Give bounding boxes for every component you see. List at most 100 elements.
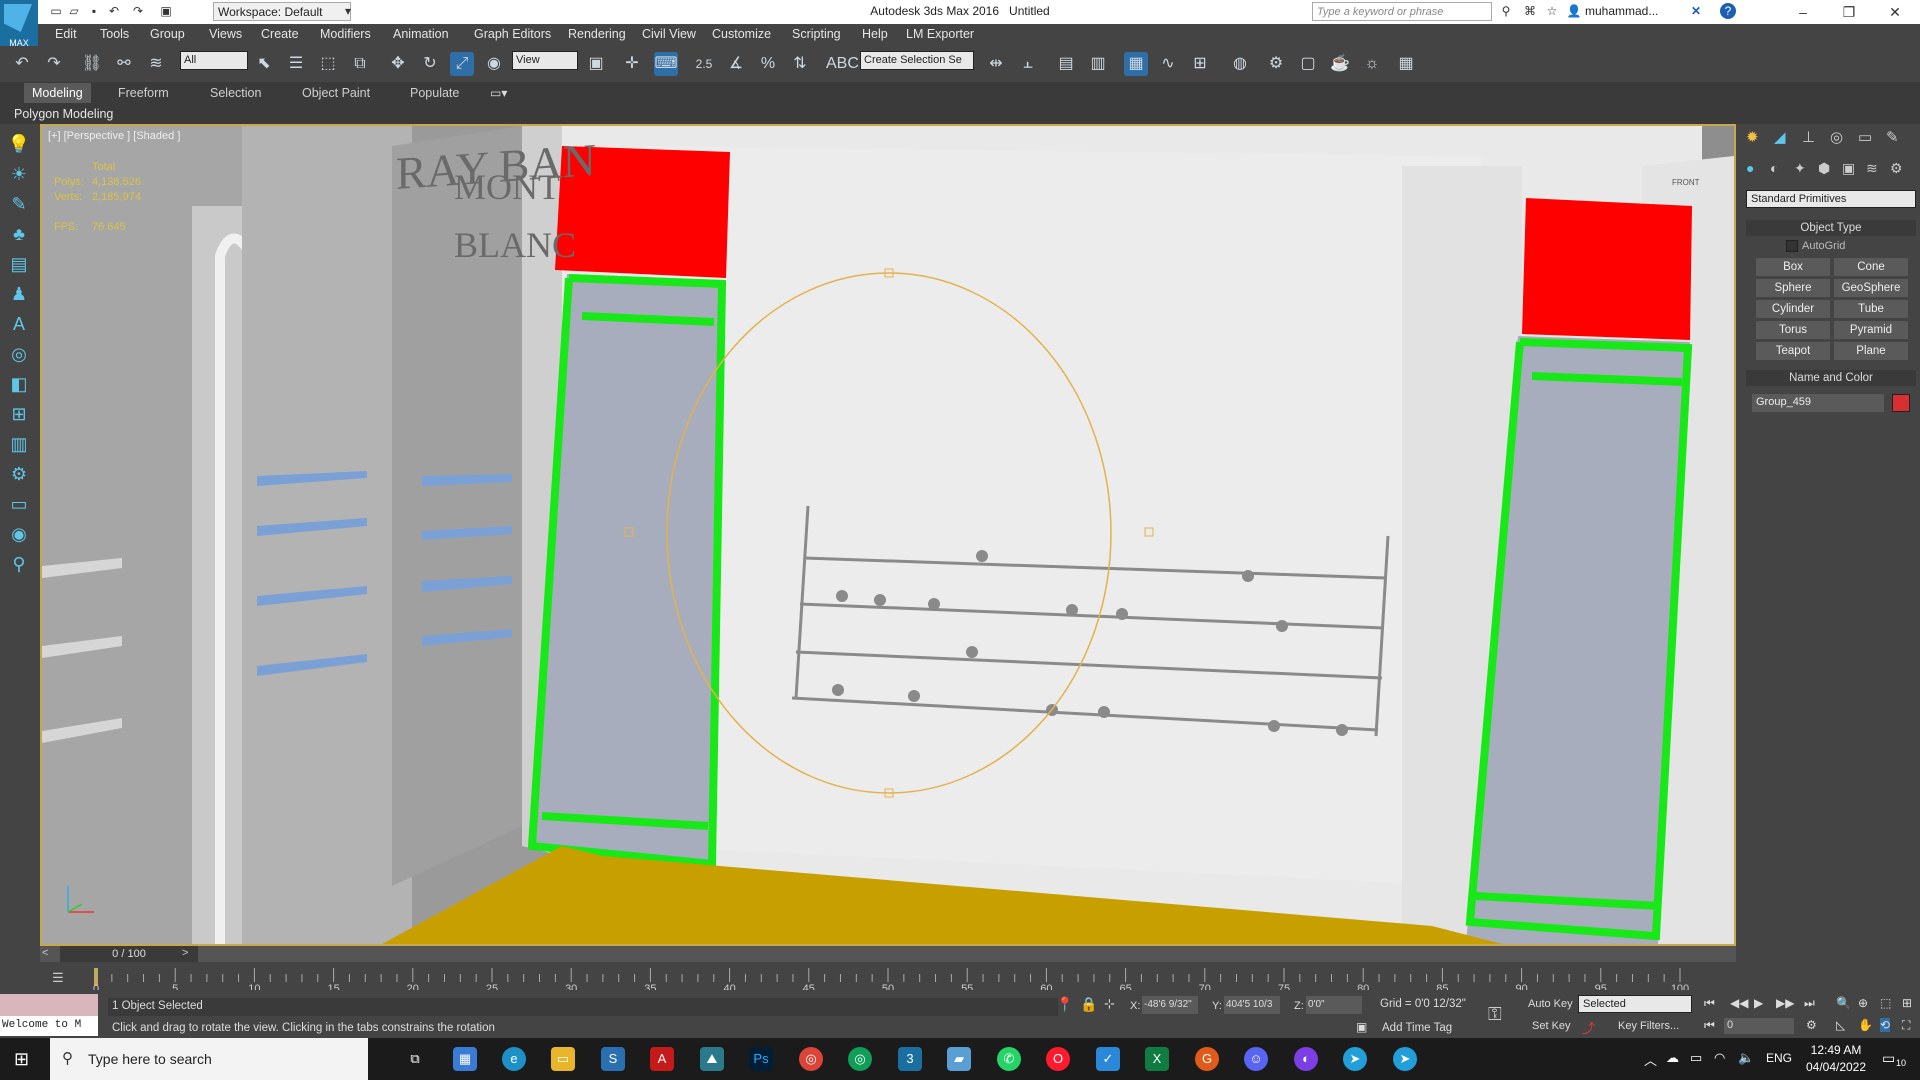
rotate-icon[interactable]: ↻ (418, 52, 442, 76)
network-icon[interactable]: ▭ (1690, 1050, 1702, 1066)
star-icon[interactable]: ☆ (1544, 3, 1560, 19)
layer-icon[interactable]: ▭ (7, 494, 31, 518)
angle-snap-icon[interactable]: ∡ (724, 52, 748, 76)
text-icon[interactable]: A (7, 314, 31, 338)
language-indicator[interactable]: ENG (1766, 1051, 1792, 1065)
edge-icon[interactable]: e (502, 1047, 526, 1071)
chrome-profile-icon[interactable]: ◎ (848, 1047, 872, 1071)
photo-app-icon[interactable]: ⛰ (700, 1047, 724, 1071)
plane-button[interactable]: Plane (1834, 342, 1908, 360)
rollout-object-type[interactable]: Object Type (1746, 220, 1916, 236)
polygon-modeling-label[interactable]: Polygon Modeling (14, 107, 114, 121)
menu-help[interactable]: Help (862, 27, 888, 41)
subscription-icon[interactable]: ⌘ (1522, 3, 1538, 19)
schematic-view-icon[interactable]: ⊞ (1188, 52, 1212, 76)
clock-date[interactable]: 04/04/2022 (1800, 1060, 1872, 1074)
menu-tools[interactable]: Tools (100, 27, 129, 41)
autogrid-checkbox[interactable] (1786, 240, 1798, 252)
pivot-icon[interactable]: ▣ (584, 52, 608, 76)
time-config-icon[interactable]: ⚙ (1806, 1018, 1817, 1032)
display-tab-icon[interactable]: ▭ (1858, 128, 1872, 146)
search-input[interactable]: Type a keyword or phrase (1312, 2, 1492, 21)
auto-key-button[interactable]: Auto Key (1528, 998, 1573, 1010)
viewport-label[interactable]: [+] [Perspective ] [Shaded ] (48, 130, 180, 142)
selection-filter-dropdown[interactable]: All (180, 51, 248, 70)
lights-icon[interactable]: ✦ (1794, 160, 1806, 177)
sun-icon[interactable]: ☀ (7, 164, 31, 188)
save-icon[interactable]: ▪ (86, 3, 102, 19)
select-manipulate-icon[interactable]: ✛ (620, 52, 644, 76)
task-view-icon[interactable]: ⧉ (403, 1047, 427, 1071)
play-icon[interactable]: ▶ (1754, 996, 1763, 1010)
chrome-icon[interactable]: ◎ (799, 1047, 823, 1071)
cone-button[interactable]: Cone (1834, 258, 1908, 276)
ribbon-options-icon[interactable]: ▭▾ (490, 86, 507, 100)
isolate-selection-icon[interactable]: 📍 (1056, 996, 1073, 1013)
menu-views[interactable]: Views (209, 27, 242, 41)
utilities-tab-icon[interactable]: ✎ (1886, 128, 1899, 146)
key-mode-toggle-icon[interactable]: ⏮ (1704, 1018, 1715, 1033)
tab-modeling[interactable]: Modeling (24, 83, 91, 103)
teapot-button[interactable]: Teapot (1756, 342, 1830, 360)
lock-selection-icon[interactable]: 🔒 (1080, 996, 1097, 1013)
layer-manager-icon[interactable]: ▤ (1054, 52, 1078, 76)
undo-icon[interactable]: ↶ (106, 3, 122, 19)
snaps-toggle[interactable]: 2.5 (692, 52, 716, 76)
redo-icon[interactable]: ↷ (42, 52, 66, 76)
helpers-icon[interactable]: ▣ (1842, 160, 1855, 177)
shapes-icon[interactable]: ◐ (1770, 160, 1778, 176)
light-icon[interactable]: 💡 (7, 134, 31, 158)
go-to-end-icon[interactable]: ⏭ (1804, 996, 1815, 1011)
cameras-icon[interactable]: ⬢ (1818, 160, 1830, 177)
previous-frame-icon[interactable]: ◀◀ (1730, 996, 1748, 1010)
app-logo[interactable]: MAX (0, 0, 38, 50)
binoculars-icon[interactable]: ⚲ (1498, 3, 1514, 19)
exchange-icon[interactable]: ✕ (1688, 3, 1704, 19)
material-editor-icon[interactable]: ◍ (1228, 52, 1252, 76)
rect-selection-icon[interactable]: ⬚ (316, 52, 340, 76)
percent-snap-icon[interactable]: % (756, 52, 780, 76)
menu-civil-view[interactable]: Civil View (642, 27, 696, 41)
whatsapp-icon[interactable]: ✆ (997, 1047, 1021, 1071)
y-coordinate-field[interactable]: 404'5 10/3 (1224, 996, 1280, 1014)
bulb-icon[interactable]: ⚲ (7, 554, 31, 578)
help-icon[interactable]: ? (1720, 3, 1736, 19)
tab-populate[interactable]: Populate (410, 86, 459, 100)
object-name-field[interactable]: Group_459 (1752, 394, 1884, 412)
go-to-start-icon[interactable]: ⏮ (1704, 996, 1715, 1011)
key-tangent-icon[interactable]: ⤴ (1582, 1018, 1595, 1037)
pyramid-button[interactable]: Pyramid (1834, 321, 1908, 339)
maxscript-listener-top[interactable] (0, 994, 98, 1016)
set-key-button[interactable]: Set Key (1532, 1020, 1571, 1032)
link-icon[interactable]: ⛓ (80, 52, 104, 76)
render-setup-icon[interactable]: ⚙ (1264, 52, 1288, 76)
discord-icon[interactable]: ☺ (1244, 1047, 1268, 1071)
viewcube[interactable]: FRONT (1672, 178, 1700, 187)
render-icon[interactable]: ☕ (1328, 52, 1352, 76)
zoom-extents-all-icon[interactable]: ⊞ (1902, 996, 1912, 1010)
keyboard-shortcut-override-icon[interactable]: ⌨ (654, 52, 678, 76)
render-grid-icon[interactable]: ▦ (1394, 52, 1418, 76)
tab-selection[interactable]: Selection (210, 86, 261, 100)
ref-coord-dropdown[interactable]: View (512, 51, 578, 70)
next-frame-icon[interactable]: ▶▶ (1776, 996, 1794, 1010)
telegram-icon[interactable]: ➤ (1343, 1047, 1367, 1071)
menu-scripting[interactable]: Scripting (792, 27, 841, 41)
current-frame-field[interactable]: 0 (1724, 1018, 1794, 1034)
hierarchy-tab-icon[interactable]: ⊥ (1802, 128, 1815, 146)
category-dropdown[interactable]: Standard Primitives (1746, 190, 1916, 208)
restore-icon[interactable]: ❐ (1826, 0, 1872, 24)
zoom-all-icon[interactable]: ⊕ (1858, 996, 1868, 1010)
grammarly-icon[interactable]: G (1195, 1047, 1219, 1071)
sketchup-icon[interactable]: S (601, 1047, 625, 1071)
telegram-alt-icon[interactable]: ➤ (1393, 1047, 1417, 1071)
object-color-swatch[interactable] (1892, 394, 1910, 412)
podcast-icon[interactable]: ◐ (1294, 1047, 1318, 1071)
unlink-icon[interactable]: ⚯ (112, 52, 136, 76)
calculator-icon[interactable]: ▦ (453, 1047, 477, 1071)
add-time-tag[interactable]: Add Time Tag (1382, 1022, 1452, 1034)
graphite-tools-icon[interactable]: ▦ (1124, 52, 1148, 76)
menu-rendering[interactable]: Rendering (568, 27, 626, 41)
tree-icon[interactable]: ♣ (7, 224, 31, 248)
place-icon[interactable]: ◉ (482, 52, 506, 76)
